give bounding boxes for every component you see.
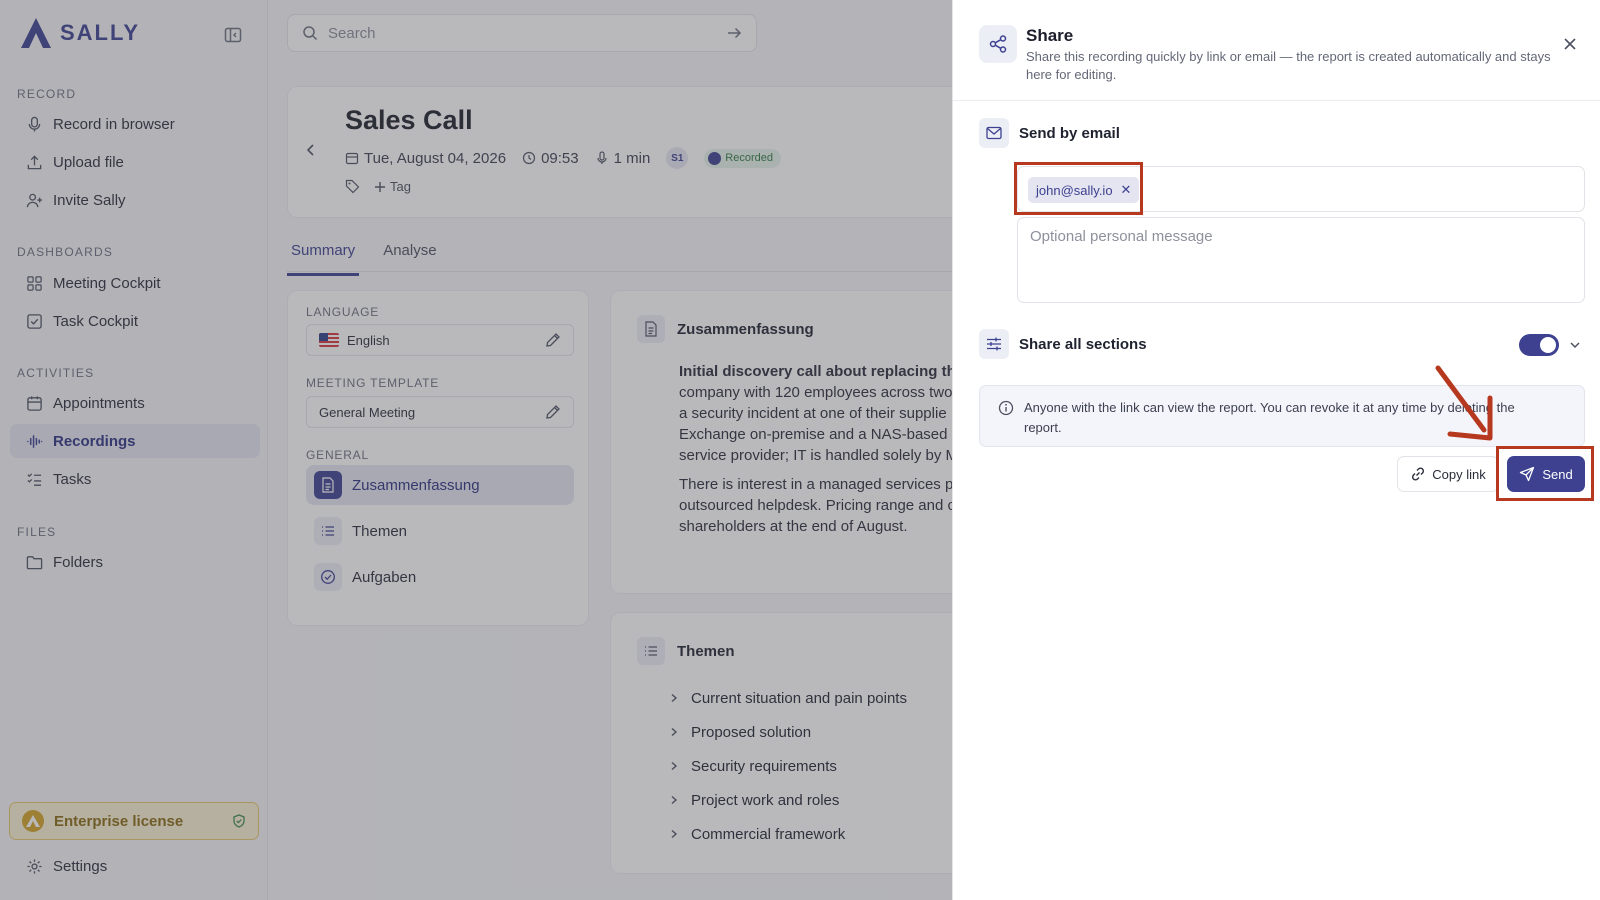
close-icon[interactable] [1563,37,1577,51]
share-icon [979,25,1017,63]
share-panel-description: Share this recording quickly by link or … [1026,49,1551,82]
sliders-icon [979,329,1009,359]
mail-icon [979,118,1009,148]
modal-backdrop[interactable] [0,0,952,900]
send-by-email-header: Send by email [979,118,1120,148]
copy-link-label: Copy link [1432,466,1486,482]
recipient-highlight-box [1014,162,1143,215]
share-all-sections-toggle[interactable] [1519,334,1559,356]
annotation-arrow-icon [1435,365,1493,441]
share-all-sections-header: Share all sections [979,329,1147,359]
send-by-email-label: Send by email [1019,124,1120,142]
share-all-sections-label: Share all sections [1019,335,1147,353]
share-panel-title: Share [1026,26,1074,45]
toggle-knob [1540,337,1556,353]
link-icon [1412,467,1425,481]
chevron-down-icon[interactable] [1569,339,1581,351]
personal-message-field[interactable] [1017,217,1585,303]
send-highlight-box [1496,446,1594,501]
info-icon [998,400,1014,416]
copy-link-button[interactable]: Copy link [1397,456,1499,492]
panel-divider [953,100,1600,101]
